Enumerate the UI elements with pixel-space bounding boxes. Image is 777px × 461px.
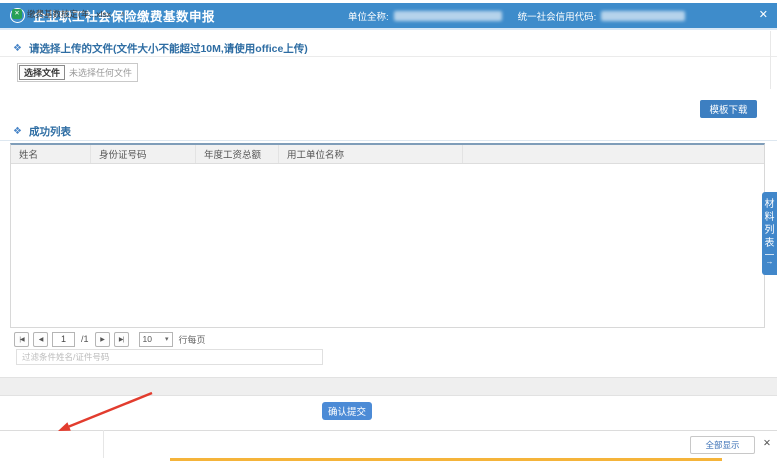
page: 企业职工社会保险缴费基数申报 单位全称: 统一社会信用代码: ✕ ❖ 请选择上传… [0,0,777,461]
column-header-annual-salary: 年度工资总额 [196,145,279,163]
column-header-id-number: 身份证号码 [91,145,196,163]
material-list-label: 材料列表 [764,198,775,250]
download-bar-close-icon[interactable]: ✕ [763,439,771,449]
downloaded-file-name: 缴费基数核定(年...xlsx [27,8,111,20]
prev-page-button[interactable]: ◀ [33,332,48,347]
divider [0,140,777,141]
credit-code-label: 统一社会信用代码: [518,9,597,23]
template-download-button[interactable]: 模板下载 [700,100,757,118]
page-total-text: /1 [81,334,89,344]
material-list-side-tab[interactable]: 材料列表 → [762,192,777,275]
chevron-down-icon: ▾ [165,335,169,343]
table-body-empty [11,164,764,329]
download-bar [0,430,777,459]
divider [0,56,777,57]
no-file-selected-text: 未选择任何文件 [69,66,132,79]
downloaded-file-chip[interactable]: 缴费基数核定(年...xlsx ∧ [8,4,129,24]
pagination-bar: |◀ ◀ /1 ▶ ▶| 10 ▾ 行每页 [14,331,206,347]
first-page-button[interactable]: |◀ [14,332,29,347]
upload-section-title: ❖ 请选择上传的文件(文件大小不能超过10M,请使用office上传) [13,41,308,56]
show-all-downloads-button[interactable]: 全部显示 [690,436,755,454]
column-header-name: 姓名 [11,145,91,163]
separator-band [0,377,777,396]
page-size-value: 10 [143,334,152,344]
next-page-button[interactable]: ▶ [95,332,110,347]
rows-per-page-label: 行每页 [179,333,206,346]
success-table: 姓名 身份证号码 年度工资总额 用工单位名称 [10,143,765,328]
filter-input[interactable] [16,349,323,365]
page-number-input[interactable] [52,332,75,347]
scrollbar-hint [770,31,771,89]
success-section-title: ❖ 成功列表 [13,124,71,139]
success-section-label: 成功列表 [29,124,71,139]
excel-file-icon [12,9,22,19]
unit-name-label: 单位全称: [348,9,389,23]
page-size-select[interactable]: 10 ▾ [139,332,173,347]
file-input[interactable]: 选择文件 未选择任何文件 [17,63,138,82]
unit-name-redacted [394,11,502,21]
table-header-row: 姓名 身份证号码 年度工资总额 用工单位名称 [11,145,764,164]
column-header-empty [463,145,764,163]
diamond-icon: ❖ [13,43,22,54]
close-icon[interactable]: ✕ [759,10,768,21]
column-header-employer-name: 用工单位名称 [279,145,463,163]
header-company-info: 单位全称: 统一社会信用代码: [348,3,685,28]
credit-code-redacted [601,11,685,21]
divider [765,254,774,255]
chevron-up-icon[interactable]: ∧ [120,10,125,18]
choose-file-button[interactable]: 选择文件 [19,65,65,80]
divider [103,430,104,458]
last-page-button[interactable]: ▶| [114,332,129,347]
confirm-submit-button[interactable]: 确认提交 [322,402,372,420]
diamond-icon: ❖ [13,126,22,137]
upload-section-label: 请选择上传的文件(文件大小不能超过10M,请使用office上传) [29,41,308,56]
arrow-right-icon: → [766,257,774,267]
